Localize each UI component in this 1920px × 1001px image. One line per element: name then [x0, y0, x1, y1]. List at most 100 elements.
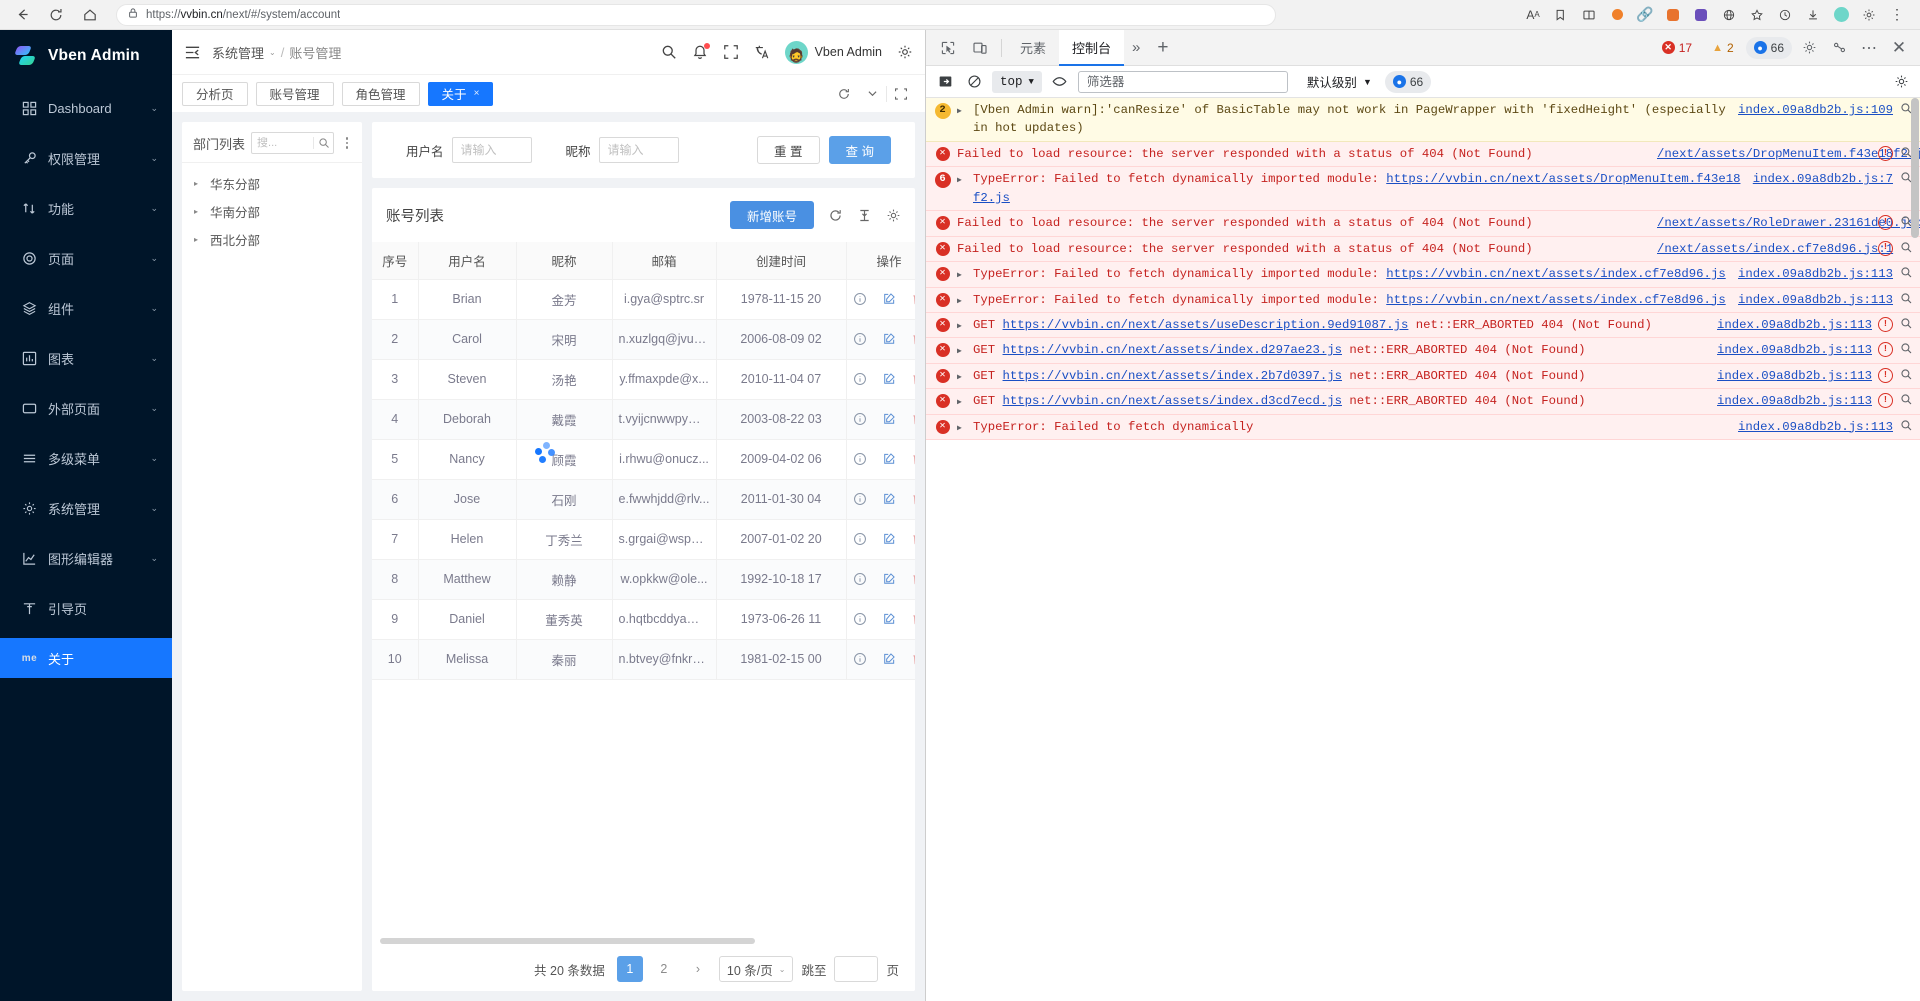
- search-icon[interactable]: [1899, 317, 1914, 330]
- messages-badge[interactable]: ● 66: [1384, 70, 1432, 93]
- trash-icon[interactable]: [911, 412, 915, 427]
- sidebar-item-graph-editor[interactable]: 图形编辑器 ⌄: [0, 538, 172, 578]
- more-vertical-icon[interactable]: [340, 137, 354, 149]
- tab-about[interactable]: 关于 ×: [427, 81, 494, 106]
- expand-icon[interactable]: [887, 80, 915, 108]
- gear-icon[interactable]: [1796, 35, 1822, 61]
- table-row[interactable]: 4 Deborah 戴霞 t.vyijcnwwpy@... 2003-08-22 03: [372, 399, 915, 440]
- warning-count-badge[interactable]: ▲ 2: [1704, 37, 1742, 59]
- search-icon[interactable]: [1899, 266, 1914, 279]
- execution-context-select[interactable]: top ▼: [992, 70, 1042, 93]
- info-circle-icon[interactable]: [853, 372, 868, 387]
- live-expression-icon[interactable]: [1049, 71, 1071, 93]
- table-row[interactable]: 5 Nancy 顾霞 i.rhwu@onucz... 2009-04-02 06: [372, 439, 915, 480]
- info-circle-icon[interactable]: [853, 292, 868, 307]
- console-log-entry[interactable]: ✕ ▶ GET https://vvbin.cn/next/assets/index…: [926, 338, 1920, 364]
- sidebar-item-page[interactable]: 页面 ⌄: [0, 238, 172, 278]
- expand-triangle-icon[interactable]: ▶: [957, 170, 967, 187]
- issue-icon[interactable]: !: [1878, 215, 1893, 231]
- clear-console-icon[interactable]: [963, 71, 985, 93]
- message-count-badge[interactable]: ● 66: [1745, 36, 1792, 59]
- query-button[interactable]: 查 询: [828, 136, 891, 164]
- pagination-page-2[interactable]: 2: [650, 956, 677, 982]
- issue-icon[interactable]: !: [1878, 342, 1893, 358]
- expand-triangle-icon[interactable]: ▶: [957, 341, 967, 358]
- edit-icon[interactable]: [882, 332, 897, 347]
- more-tabs-icon[interactable]: »: [1124, 39, 1148, 56]
- sidebar-item-permission[interactable]: 权限管理 ⌄: [0, 138, 172, 178]
- console-sidebar-icon[interactable]: [934, 71, 956, 93]
- console-source-link[interactable]: index.09a8db2b.js:113: [1717, 316, 1872, 334]
- info-circle-icon[interactable]: [853, 612, 868, 627]
- console-source-link[interactable]: index.09a8db2b.js:113: [1717, 367, 1872, 385]
- gear-icon[interactable]: [896, 44, 913, 61]
- chevron-down-icon[interactable]: [858, 80, 886, 108]
- console-log-entry[interactable]: ✕ ▶ GET https://vvbin.cn/next/assets/index…: [926, 363, 1920, 390]
- edit-icon[interactable]: [882, 452, 897, 467]
- star-icon[interactable]: [1744, 3, 1770, 27]
- trash-icon[interactable]: [911, 292, 915, 307]
- expand-triangle-icon[interactable]: ▶: [957, 291, 967, 308]
- back-arrow-icon[interactable]: [8, 3, 36, 27]
- more-horizontal-icon[interactable]: ⋯: [1856, 35, 1882, 61]
- console-filter-input[interactable]: [1077, 70, 1288, 93]
- trash-icon[interactable]: [911, 492, 915, 507]
- horizontal-scrollbar[interactable]: [372, 938, 915, 947]
- console-log-entry[interactable]: ✕ ▶ TypeError: Failed to fetch dynamically…: [926, 287, 1920, 313]
- user-profile[interactable]: 🧔 Vben Admin: [784, 40, 882, 64]
- console-log-entry[interactable]: ✕ Failed to load resource: the server res…: [926, 236, 1920, 263]
- reload-icon[interactable]: [42, 3, 70, 27]
- issue-icon[interactable]: !: [1878, 367, 1893, 383]
- edit-icon[interactable]: [882, 292, 897, 307]
- search-icon[interactable]: [1899, 241, 1914, 254]
- info-circle-icon[interactable]: [853, 532, 868, 547]
- table-row[interactable]: 1 Brian 金芳 i.gya@sptrc.sr 1978-11-15 20: [372, 279, 915, 320]
- tree-node-south[interactable]: ▸ 华南分部: [182, 197, 362, 225]
- address-bar[interactable]: https://vvbin.cn/next/#/system/account: [116, 3, 1276, 26]
- inspect-element-icon[interactable]: [932, 33, 964, 63]
- console-log-entry[interactable]: ✕ ▶ TypeError: Failed to fetch dynamically…: [926, 414, 1920, 441]
- info-circle-icon[interactable]: [853, 572, 868, 587]
- edit-icon[interactable]: [882, 412, 897, 427]
- console-log-link[interactable]: https://vvbin.cn/next/assets/index.d297a…: [1003, 343, 1342, 357]
- gear-icon[interactable]: [1890, 71, 1912, 93]
- search-input[interactable]: [252, 137, 313, 149]
- extension-purple-icon[interactable]: [1688, 3, 1714, 27]
- search-icon[interactable]: [1899, 393, 1914, 406]
- reset-button[interactable]: 重 置: [757, 136, 820, 164]
- console-log-list[interactable]: 2 ▶ [Vben Admin warn]:'canResize' of Basic…: [926, 98, 1920, 1001]
- console-log-link[interactable]: https://vvbin.cn/next/assets/index.cf7e8…: [1386, 267, 1725, 281]
- edit-icon[interactable]: [882, 652, 897, 667]
- globe-icon[interactable]: [1716, 3, 1742, 27]
- edit-icon[interactable]: [882, 492, 897, 507]
- downloads-icon[interactable]: [1800, 3, 1826, 27]
- console-log-link[interactable]: https://vvbin.cn/next/assets/useDescript…: [1003, 318, 1409, 332]
- department-search[interactable]: [251, 132, 334, 154]
- search-icon[interactable]: [661, 44, 678, 61]
- gear-icon[interactable]: [885, 207, 901, 223]
- console-source-link[interactable]: index.09a8db2b.js:113: [1717, 341, 1872, 359]
- console-source-link[interactable]: index.09a8db2b.js:113: [1717, 392, 1872, 410]
- translate-icon[interactable]: AA: [1520, 3, 1546, 27]
- table-row[interactable]: 7 Helen 丁秀兰 s.grgai@wspgj... 2007-01-02 20: [372, 519, 915, 560]
- expand-triangle-icon[interactable]: ▶: [957, 418, 967, 435]
- console-source-link[interactable]: index.09a8db2b.js:113: [1738, 291, 1893, 309]
- console-log-link[interactable]: https://vvbin.cn/next/assets/index.d3cd7…: [1003, 394, 1342, 408]
- close-icon[interactable]: ✕: [1886, 35, 1912, 61]
- issue-icon[interactable]: !: [1878, 316, 1893, 332]
- refresh-icon[interactable]: [830, 80, 858, 108]
- tab-analysis[interactable]: 分析页: [182, 81, 248, 106]
- pagination-next-button[interactable]: ›: [684, 956, 711, 982]
- search-icon[interactable]: [1899, 368, 1914, 381]
- error-count-badge[interactable]: ✕ 17: [1654, 37, 1700, 59]
- chevron-right-icon[interactable]: ▸: [194, 207, 202, 216]
- username-input[interactable]: [451, 137, 532, 163]
- settings-icon[interactable]: [1856, 3, 1882, 27]
- edit-icon[interactable]: [882, 532, 897, 547]
- console-log-link[interactable]: https://vvbin.cn/next/assets/index.2b7d0…: [1003, 369, 1342, 383]
- info-circle-icon[interactable]: [853, 412, 868, 427]
- edit-icon[interactable]: [882, 372, 897, 387]
- extension-orange-icon[interactable]: [1604, 3, 1630, 27]
- close-icon[interactable]: ×: [474, 88, 480, 99]
- sidebar-item-chart[interactable]: 图表 ⌄: [0, 338, 172, 378]
